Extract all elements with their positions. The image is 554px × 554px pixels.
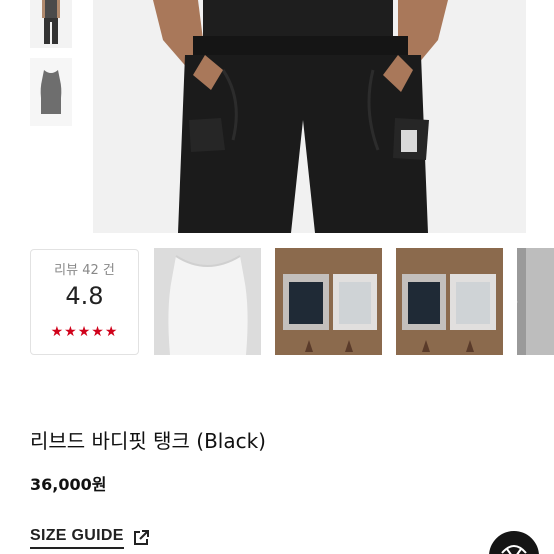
gallery-thumbnail-packaged-1[interactable] (275, 248, 382, 355)
gallery-thumbnail-white-tank[interactable] (154, 248, 261, 355)
gallery-thumbnail-packaged-2[interactable] (396, 248, 503, 355)
size-guide-link[interactable]: SIZE GUIDE (30, 527, 150, 549)
external-link-icon (133, 530, 149, 545)
chevron-right-icon[interactable] (500, 287, 522, 317)
vertical-thumbnail-tank[interactable] (30, 58, 72, 126)
main-product-image (93, 0, 526, 233)
packaged-product-image (275, 248, 382, 355)
product-title: 리브드 바디핏 탱크 (Black) (30, 429, 266, 453)
gallery-thumbnail-partial[interactable] (517, 248, 554, 355)
floating-action-button[interactable] (489, 531, 539, 554)
packaged-product-image (396, 248, 503, 355)
white-tank-image (154, 248, 261, 355)
review-summary-card[interactable]: 리뷰 42 건 4.8 ★★★★★ (30, 249, 139, 355)
model-thumbnail-image (30, 0, 72, 48)
vertical-thumbnail-model[interactable] (30, 0, 72, 48)
tank-thumbnail-image (30, 58, 72, 126)
brand-logo-icon (501, 545, 527, 554)
review-count-label: 리뷰 42 건 (54, 263, 115, 278)
star-rating-icon: ★★★★★ (50, 324, 119, 340)
product-price: 36,000원 (30, 475, 107, 494)
review-score: 4.8 (65, 282, 104, 310)
partial-thumbnail-image (517, 248, 554, 355)
size-guide-label: SIZE GUIDE (30, 527, 124, 549)
